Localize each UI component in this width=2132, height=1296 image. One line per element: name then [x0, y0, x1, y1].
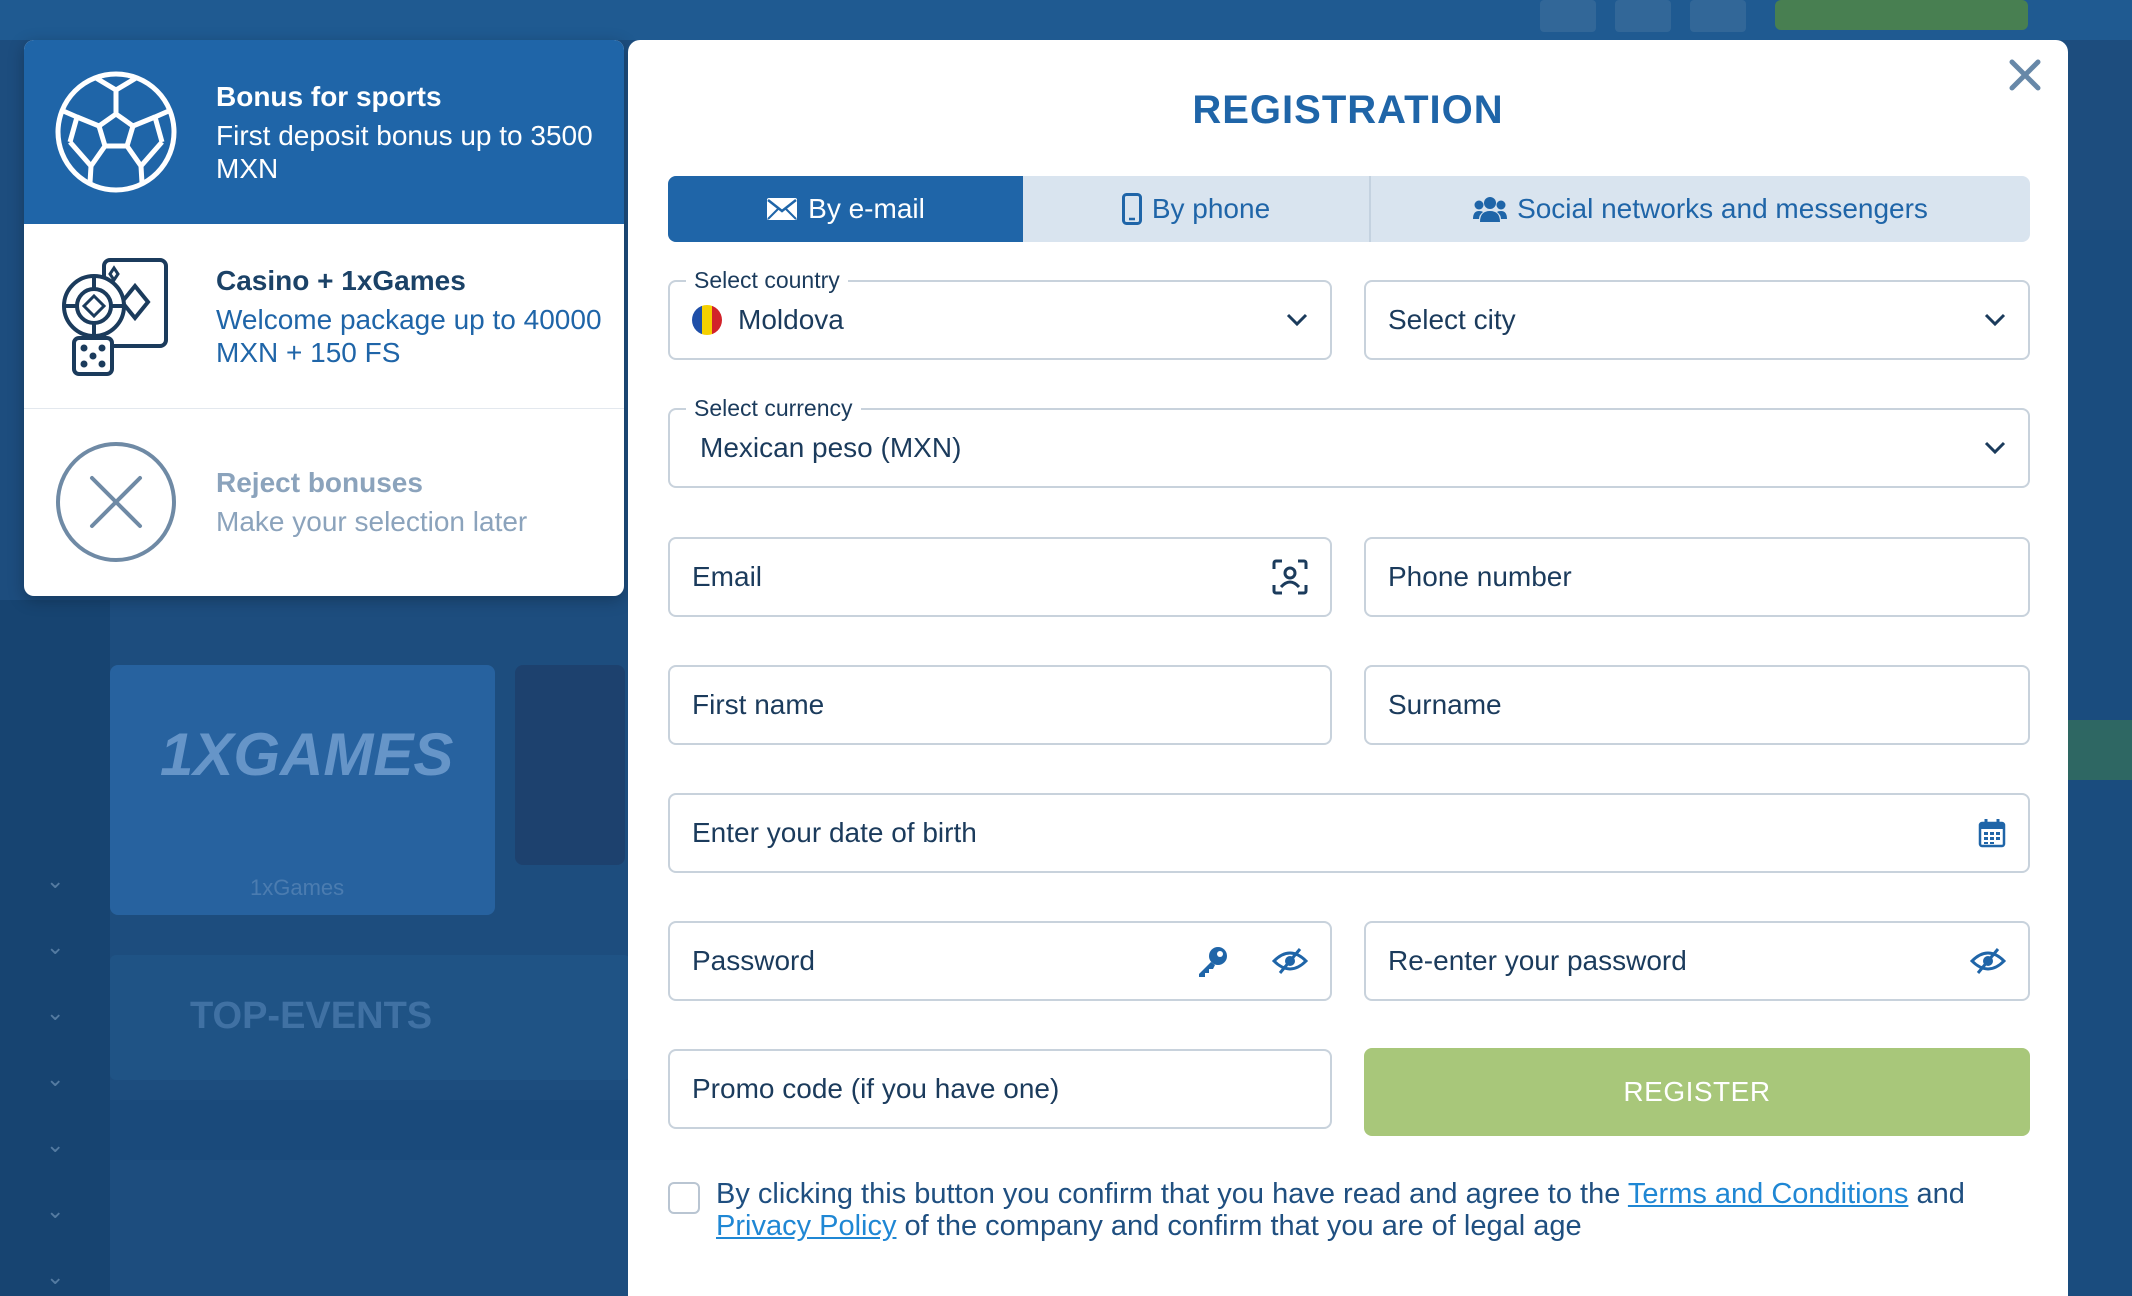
background-top-events-title: TOP-EVENTS: [190, 995, 433, 1037]
email-field-placeholder: Email: [692, 561, 763, 592]
mobile-phone-icon: [1121, 193, 1142, 225]
moldova-flag-icon: [692, 305, 722, 335]
first-name-field[interactable]: First name: [668, 665, 1332, 745]
bonus-title: Bonus for sports: [216, 81, 442, 112]
date-of-birth-field[interactable]: Enter your date of birth: [668, 793, 2030, 873]
background-slot-card: [515, 665, 625, 865]
country-select[interactable]: Select country Moldova: [668, 266, 1332, 360]
chevron-down-icon: ⌄: [46, 1066, 65, 1091]
chevron-down-icon: ⌄: [46, 1198, 65, 1223]
bonus-title: Casino + 1xGames: [216, 265, 466, 296]
envelope-icon: [766, 197, 798, 221]
eye-slash-icon[interactable]: [1970, 923, 2006, 999]
surname-field[interactable]: Surname: [1364, 665, 2030, 745]
tab-by-email[interactable]: By e-mail: [668, 176, 1023, 242]
bonus-description: Welcome package up to 40000 MXN + 150 FS: [216, 304, 602, 368]
bonus-option-reject[interactable]: Reject bonuses Make your selection later: [24, 409, 624, 594]
background-games-logo: 1XGAMES: [160, 721, 454, 788]
terms-text-part: of the company and confirm that you are …: [896, 1210, 1582, 1242]
currency-select-value: Mexican peso (MXN): [700, 432, 962, 463]
background-matches-row: [110, 1100, 630, 1160]
phone-number-placeholder: Phone number: [1388, 561, 1572, 592]
face-scan-icon[interactable]: [1272, 539, 1308, 615]
bonus-selection-panel: Bonus for sports First deposit bonus up …: [24, 40, 624, 596]
city-select[interactable]: Select city: [1364, 280, 2030, 360]
bonus-title: Reject bonuses: [216, 467, 423, 498]
terms-checkbox[interactable]: [668, 1182, 700, 1214]
eye-slash-icon[interactable]: [1272, 923, 1308, 999]
chevron-down-icon: ⌄: [46, 1132, 65, 1157]
terms-agreement-text: By clicking this button you confirm that…: [716, 1178, 2038, 1242]
chevron-down-icon: [1984, 410, 2006, 486]
password-placeholder: Password: [692, 945, 815, 976]
key-icon[interactable]: [1196, 923, 1230, 999]
currency-select-label: Select currency: [686, 394, 861, 422]
privacy-policy-link[interactable]: Privacy Policy: [716, 1210, 897, 1242]
reject-x-icon: [54, 440, 178, 564]
terms-text-part: and: [1908, 1178, 1965, 1210]
casino-chips-cards-icon: [54, 254, 178, 378]
chevron-down-icon: ⌄: [46, 934, 65, 959]
city-select-placeholder: Select city: [1388, 304, 1516, 335]
tab-label: Social networks and messengers: [1517, 193, 1928, 224]
password-confirm-placeholder: Re-enter your password: [1388, 945, 1687, 976]
tab-social-networks[interactable]: Social networks and messengers: [1371, 176, 2030, 242]
currency-select[interactable]: Select currency Mexican peso (MXN): [668, 394, 2030, 488]
surname-placeholder: Surname: [1388, 689, 1502, 720]
register-button[interactable]: REGISTER: [1364, 1048, 2030, 1136]
terms-agreement: By clicking this button you confirm that…: [668, 1178, 2038, 1242]
background-topbar-button: [1540, 0, 1596, 32]
tab-label: By e-mail: [808, 193, 925, 224]
tab-label: By phone: [1151, 193, 1271, 224]
registration-method-tabs: By e-mail By phone Social networks and m…: [668, 176, 2030, 242]
email-field[interactable]: Email: [668, 537, 1332, 617]
bonus-description: First deposit bonus up to 3500 MXN: [216, 120, 593, 184]
chevron-down-icon: ⌄: [46, 1000, 65, 1025]
password-confirm-field[interactable]: Re-enter your password: [1364, 921, 2030, 1001]
users-icon: [1473, 195, 1508, 223]
registration-modal: REGISTRATION By e-mail By phone Social n…: [628, 40, 2068, 1296]
country-select-label: Select country: [686, 266, 848, 294]
bonus-option-sports[interactable]: Bonus for sports First deposit bonus up …: [24, 40, 624, 224]
phone-number-field[interactable]: Phone number: [1364, 537, 2030, 617]
tab-by-phone[interactable]: By phone: [1023, 176, 1371, 242]
page-title: REGISTRATION: [1192, 88, 1504, 132]
chevron-down-icon: [1286, 282, 1308, 358]
bonus-description: Make your selection later: [216, 506, 528, 537]
background-left-rail: ⌄ ⌄ ⌄ ⌄ ⌄ ⌄ ⌄: [0, 600, 110, 1296]
background-right-green: [2068, 720, 2132, 780]
country-select-value: Moldova: [738, 304, 844, 335]
calendar-icon[interactable]: [1978, 795, 2006, 871]
date-of-birth-placeholder: Enter your date of birth: [692, 817, 977, 848]
background-topbar-button: [1690, 0, 1746, 32]
soccer-ball-icon: [54, 70, 178, 194]
background-games-caption: 1xGames: [250, 875, 345, 900]
background-topbar: [0, 0, 2132, 40]
background-topbar-green-button: [1775, 0, 2028, 30]
terms-text-part: By clicking this button you confirm that…: [716, 1178, 1628, 1210]
terms-and-conditions-link[interactable]: Terms and Conditions: [1628, 1178, 1908, 1210]
chevron-down-icon: [1984, 282, 2006, 358]
bonus-option-casino[interactable]: Casino + 1xGames Welcome package up to 4…: [24, 224, 624, 409]
background-topbar-button: [1615, 0, 1671, 32]
promo-code-placeholder: Promo code (if you have one): [692, 1073, 1060, 1104]
promo-code-field[interactable]: Promo code (if you have one): [668, 1049, 1332, 1129]
chevron-down-icon: ⌄: [46, 1264, 65, 1289]
chevron-down-icon: ⌄: [46, 868, 65, 893]
password-field[interactable]: Password: [668, 921, 1332, 1001]
first-name-placeholder: First name: [692, 689, 825, 720]
